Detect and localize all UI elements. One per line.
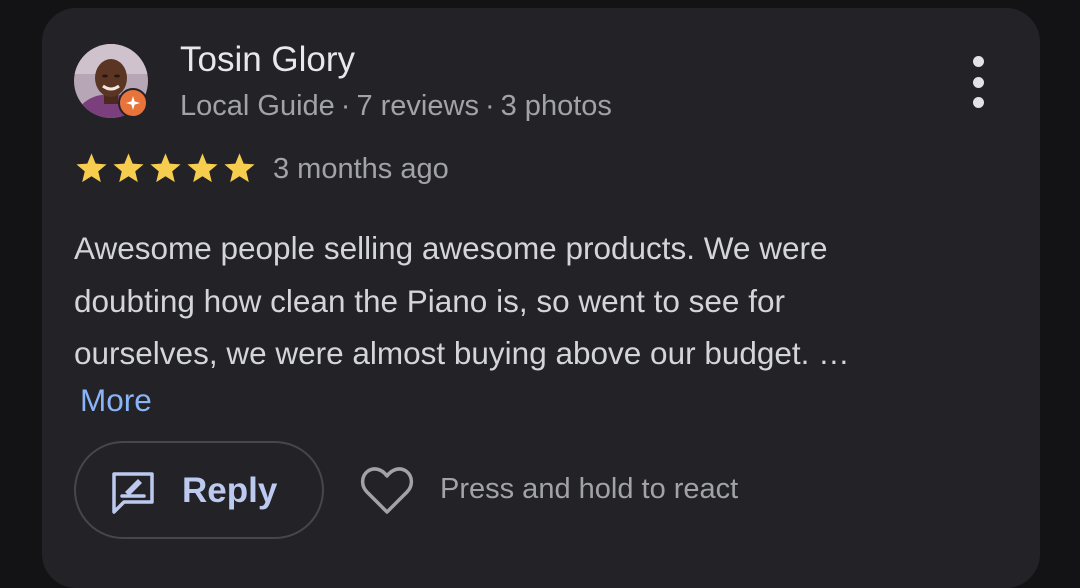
reply-label: Reply [182, 471, 278, 510]
local-guide-badge-icon [118, 88, 148, 118]
heart-outline-icon[interactable] [360, 466, 414, 521]
menu-dot [972, 76, 984, 88]
author-name[interactable]: Tosin Glory [180, 40, 355, 80]
star-rating [74, 152, 257, 185]
meta-separator: · [484, 90, 495, 122]
author-level: Local Guide [180, 90, 335, 122]
more-link[interactable]: More [80, 380, 152, 420]
star-icon [148, 152, 183, 185]
star-icon [111, 152, 146, 185]
author-review-count: 7 reviews [356, 90, 479, 122]
react-hint: Press and hold to react [440, 473, 739, 505]
star-icon [222, 152, 257, 185]
review-time: 3 months ago [273, 153, 449, 185]
meta-separator: · [340, 90, 351, 122]
review-text: Awesome people selling awesome products.… [74, 230, 850, 371]
author-photo-count: 3 photos [500, 90, 612, 122]
star-icon [185, 152, 220, 185]
author-meta: Local Guide · 7 reviews · 3 photos [180, 88, 612, 124]
more-vert-icon[interactable] [962, 56, 994, 108]
star-icon [74, 152, 109, 185]
menu-dot [972, 56, 984, 67]
reply-button[interactable]: Reply [74, 441, 324, 539]
reply-icon [110, 469, 156, 520]
menu-dot [972, 97, 984, 108]
